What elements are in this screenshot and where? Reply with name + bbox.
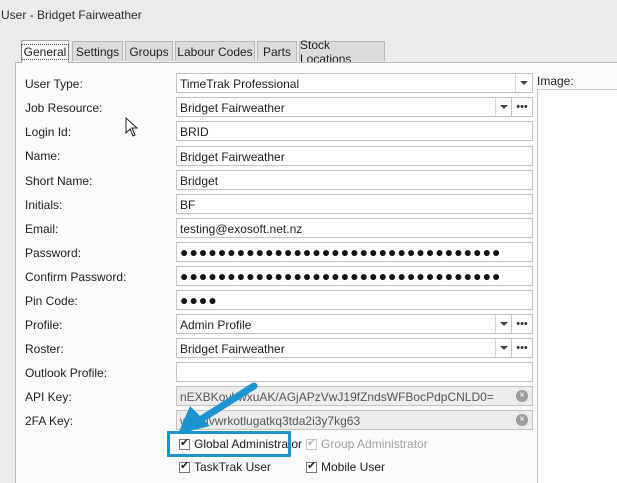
checkbox-box[interactable]: ✔	[179, 459, 190, 473]
callout-arrow-icon	[178, 382, 258, 434]
chevron-down-icon[interactable]	[515, 74, 532, 92]
login-id-label: Login Id:	[25, 125, 72, 139]
window-title: User - Bridget Fairweather	[1, 8, 142, 22]
job-resource-select[interactable]: Bridget Fairweather •••	[176, 97, 533, 117]
outlook-profile-label: Outlook Profile:	[25, 366, 108, 380]
tab-labour-codes[interactable]: Labour Codes	[175, 41, 255, 61]
confirm-password-label: Confirm Password:	[25, 270, 127, 284]
clear-icon[interactable]: ×	[516, 390, 528, 402]
login-id-input[interactable]: BRID	[176, 121, 533, 141]
tab-parts[interactable]: Parts	[257, 41, 297, 61]
initials-label: Initials:	[25, 198, 63, 212]
image-label: Image:	[537, 74, 574, 88]
short-name-label: Short Name:	[25, 174, 93, 188]
profile-select[interactable]: Admin Profile •••	[176, 314, 533, 334]
pin-code-label: Pin Code:	[25, 294, 78, 308]
checkbox-box[interactable]: ✔	[306, 459, 317, 473]
api-key-label: API Key:	[25, 390, 72, 404]
check-icon: ✔	[307, 436, 317, 449]
group-admin-checkbox: ✔ Group Administrator	[306, 436, 428, 451]
profile-label: Profile:	[25, 318, 63, 332]
roster-select[interactable]: Bridget Fairweather •••	[176, 338, 533, 358]
ellipsis-icon[interactable]: •••	[511, 315, 532, 333]
chevron-down-icon[interactable]	[495, 98, 512, 116]
check-icon: ✔	[180, 459, 190, 472]
email-label: Email:	[25, 222, 59, 236]
user-type-value: TimeTrak Professional	[180, 77, 300, 91]
job-resource-value: Bridget Fairweather	[180, 101, 285, 115]
tab-stock-locations[interactable]: Stock Locations	[299, 38, 385, 66]
name-label: Name:	[25, 149, 61, 163]
twofa-key-label: 2FA Key:	[25, 414, 74, 428]
title-bar: User - Bridget Fairweather	[0, 0, 617, 30]
initials-input[interactable]: BF	[176, 194, 533, 214]
name-input[interactable]: Bridget Fairweather	[176, 146, 533, 166]
tasktrak-user-checkbox[interactable]: ✔ TaskTrak User	[179, 460, 271, 474]
mouse-cursor-icon	[125, 117, 139, 137]
chevron-down-icon[interactable]	[495, 315, 512, 333]
pin-code-input[interactable]: ●●●●	[176, 290, 533, 310]
mobile-user-checkbox[interactable]: ✔ Mobile User	[306, 460, 385, 474]
outlook-profile-input[interactable]	[176, 362, 533, 382]
checkbox-box: ✔	[306, 436, 317, 450]
password-label: Password:	[25, 246, 82, 260]
email-input[interactable]: testing@exosoft.net.nz	[176, 218, 533, 238]
ellipsis-icon[interactable]: •••	[511, 339, 532, 357]
password-input[interactable]: ●●●●●●●●●●●●●●●●●●●●●●●●●●●●●●●●●●	[176, 242, 533, 262]
ellipsis-icon[interactable]: •••	[511, 98, 532, 116]
user-type-label: User Type:	[25, 77, 83, 91]
clear-icon[interactable]: ×	[516, 414, 528, 426]
confirm-password-input[interactable]: ●●●●●●●●●●●●●●●●●●●●●●●●●●●●●●●●●●	[176, 266, 533, 286]
tab-general[interactable]: General	[20, 40, 70, 63]
check-icon: ✔	[307, 459, 317, 472]
chevron-down-icon[interactable]	[495, 339, 512, 357]
tab-settings[interactable]: Settings	[72, 41, 123, 61]
job-resource-label: Job Resource:	[25, 101, 103, 115]
short-name-input[interactable]: Bridget	[176, 170, 533, 190]
tab-groups[interactable]: Groups	[125, 41, 173, 61]
user-type-select[interactable]: TimeTrak Professional	[176, 73, 533, 93]
roster-label: Roster:	[25, 342, 64, 356]
image-box[interactable]	[537, 89, 617, 483]
